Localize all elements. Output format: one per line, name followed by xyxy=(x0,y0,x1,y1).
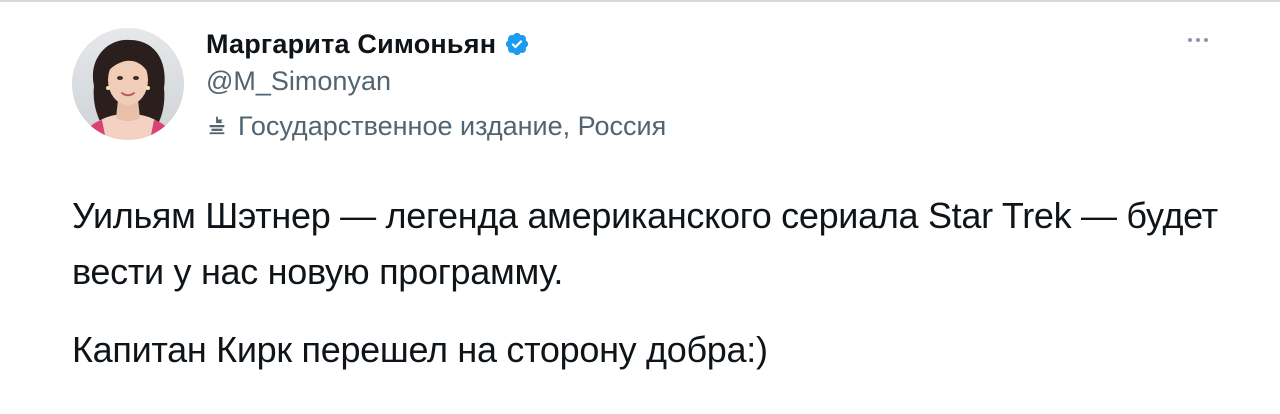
avatar[interactable] xyxy=(72,28,184,140)
state-media-label-text: Государственное издание, Россия xyxy=(238,110,667,141)
author-name[interactable]: Маргарита Симоньян xyxy=(206,29,496,60)
tweet-text: Уильям Шэтнер — легенда американского се… xyxy=(72,188,1232,378)
state-media-icon xyxy=(206,114,230,138)
author-name-row: Маргарита Симоньян xyxy=(206,26,530,62)
avatar-photo xyxy=(72,28,184,140)
tweet-paragraph: Уильям Шэтнер — легенда американского се… xyxy=(72,195,1218,292)
author-handle[interactable]: @M_Simonyan xyxy=(206,66,391,97)
more-options-button[interactable] xyxy=(1178,28,1218,52)
verified-badge-icon xyxy=(504,31,530,57)
more-options-icon xyxy=(1188,38,1192,42)
tweet: Маргарита Симоньян @M_Simonyan Государст… xyxy=(0,0,1280,414)
state-media-label[interactable]: Государственное издание, Россия xyxy=(206,108,666,144)
tweet-paragraph: Капитан Кирк перешел на сторону добра:) xyxy=(72,329,768,370)
